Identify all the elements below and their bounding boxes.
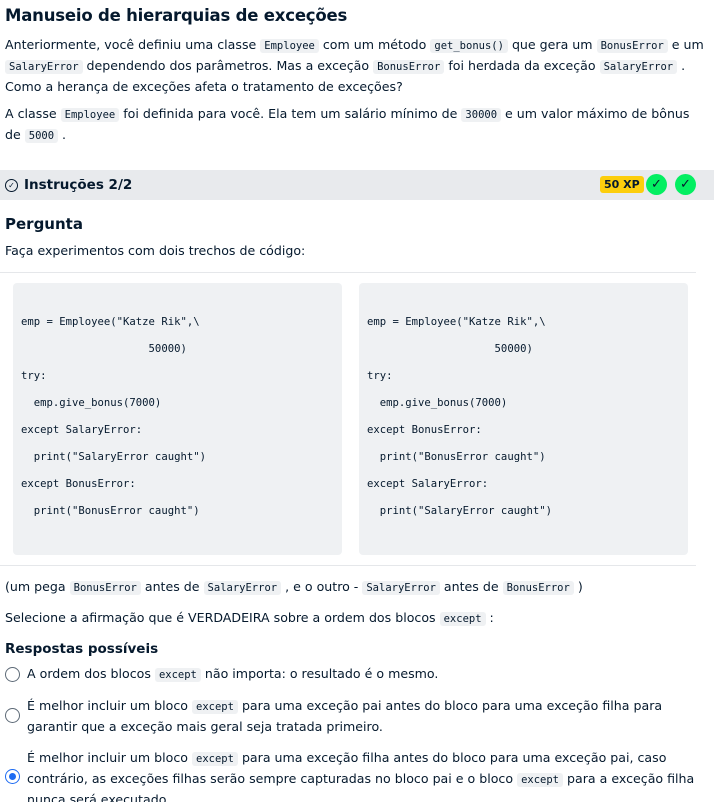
step-1-complete-icon: ✓: [646, 174, 667, 195]
code-line: emp.give_bonus(7000): [367, 397, 508, 409]
code-get-bonus: get_bonus(): [430, 39, 508, 53]
answer-option-text: É melhor incluir um bloco except para um…: [27, 750, 695, 802]
xp-badge: 50 XP: [600, 176, 644, 193]
instructions-label: Instruções 2/2: [24, 177, 133, 193]
intro-paragraph-1: Anteriormente, você definiu uma classe E…: [5, 37, 704, 94]
instructions-bar[interactable]: ✓ Instruções 2/2 50 XP ✓ ✓: [0, 170, 714, 200]
code-line: 50000): [367, 343, 533, 355]
code-line: print("SalaryError caught"): [367, 505, 552, 517]
divider: [0, 272, 696, 273]
code-bonus-error: BonusError: [502, 581, 574, 595]
code-salary-error: SalaryError: [5, 60, 83, 74]
snippet-note: (um pega BonusError antes de SalaryError…: [5, 579, 583, 595]
code-line: print("BonusError caught"): [21, 505, 200, 517]
radio-button[interactable]: [5, 708, 20, 723]
step-2-complete-icon: ✓: [675, 174, 696, 195]
answer-option-3[interactable]: É melhor incluir um bloco except para um…: [5, 748, 705, 802]
code-line: try:: [21, 370, 47, 382]
code-max-bonus: 5000: [24, 129, 59, 143]
answer-option-1[interactable]: A ordem dos blocos except não importa: o…: [5, 664, 705, 686]
code-line: except BonusError:: [21, 478, 136, 490]
code-line: emp = Employee("Katze Rik",\: [367, 316, 546, 328]
code-line: print("BonusError caught"): [367, 451, 546, 463]
code-except: except: [517, 773, 564, 787]
answers-heading: Respostas possíveis: [5, 641, 159, 657]
code-bonus-error: BonusError: [596, 39, 668, 53]
code-except: except: [192, 700, 238, 714]
code-employee: Employee: [60, 108, 120, 122]
code-bonus-error: BonusError: [69, 581, 141, 595]
code-min-salary: 30000: [461, 108, 502, 122]
code-line: emp.give_bonus(7000): [21, 397, 162, 409]
answer-option-text: É melhor incluir um bloco except para um…: [27, 698, 663, 734]
radio-button[interactable]: [5, 667, 20, 682]
radio-button-selected[interactable]: [5, 769, 20, 784]
code-line: 50000): [21, 343, 187, 355]
code-snippet-left: emp = Employee("Katze Rik",\ 50000) try:…: [13, 283, 342, 555]
code-employee: Employee: [260, 39, 319, 53]
intro-paragraph-2: A classe Employee foi definida para você…: [5, 106, 690, 143]
code-line: print("SalaryError caught"): [21, 451, 206, 463]
question-heading: Pergunta: [5, 215, 83, 233]
code-snippet-right: emp = Employee("Katze Rik",\ 50000) try:…: [359, 283, 688, 555]
code-except: except: [439, 612, 486, 626]
page-title: Manuseio de hierarquias de exceções: [5, 6, 348, 25]
code-line: try:: [367, 370, 393, 382]
code-salary-error: SalaryError: [599, 60, 678, 74]
select-prompt: Selecione a afirmação que é VERDADEIRA s…: [5, 610, 494, 626]
code-line: except BonusError:: [367, 424, 482, 436]
code-line: emp = Employee("Katze Rik",\: [21, 316, 200, 328]
code-salary-error: SalaryError: [362, 581, 440, 595]
code-salary-error: SalaryError: [203, 581, 282, 595]
answer-option-text: A ordem dos blocos except não importa: o…: [27, 666, 439, 682]
answer-option-2[interactable]: É melhor incluir um bloco except para um…: [5, 696, 705, 736]
code-line: except SalaryError:: [21, 424, 143, 436]
code-except: except: [192, 752, 238, 766]
divider: [0, 565, 696, 566]
question-prompt: Faça experimentos com dois trechos de có…: [5, 243, 306, 258]
code-line: except SalaryError:: [367, 478, 489, 490]
code-except: except: [154, 668, 201, 682]
code-bonus-error: BonusError: [373, 60, 445, 74]
chevron-circle-icon: ✓: [5, 178, 18, 192]
exercise-page: Manuseio de hierarquias de exceções Ante…: [0, 0, 714, 802]
